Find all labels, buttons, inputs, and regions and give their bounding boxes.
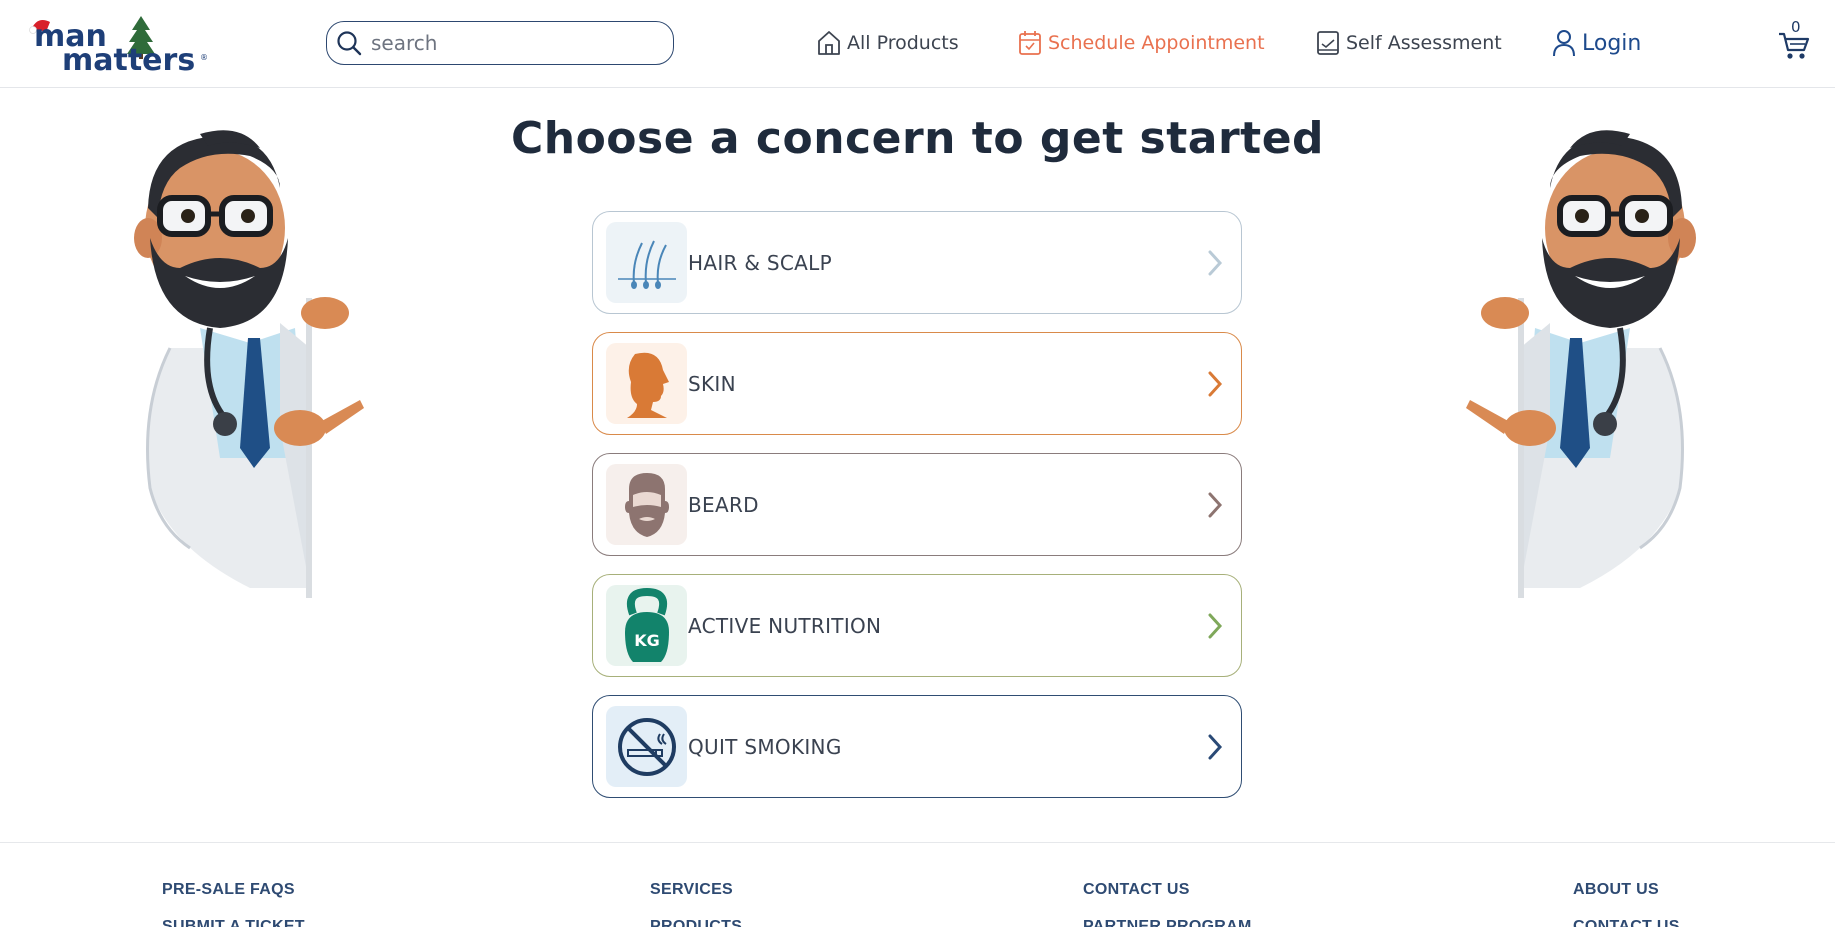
doctor-mascot-icon — [1466, 130, 1696, 598]
nav-login[interactable]: Login — [1552, 24, 1641, 62]
footer-link-pre-sale-faqs[interactable]: PRE-SALE FAQS — [162, 881, 295, 899]
site-footer: PRE-SALE FAQS SUBMIT A TICKET SERVICES P… — [0, 842, 1835, 927]
concern-label: QUIT SMOKING — [688, 734, 842, 759]
footer-link-services[interactable]: SERVICES — [650, 881, 733, 899]
nav-self-assessment[interactable]: Self Assessment — [1316, 24, 1502, 62]
chevron-right-icon — [1208, 371, 1223, 397]
man-matters-logo-icon: man matters ® — [29, 16, 208, 74]
chevron-right-icon — [1208, 492, 1223, 518]
concern-label: HAIR & SCALP — [688, 250, 832, 275]
chevron-right-icon — [1208, 613, 1223, 639]
logo[interactable]: man matters ® — [28, 12, 210, 74]
chevron-right-icon — [1208, 250, 1223, 276]
concern-skin[interactable]: SKIN — [592, 332, 1242, 435]
cart-icon — [1779, 32, 1810, 59]
svg-text:®: ® — [200, 53, 208, 62]
nav-schedule-appointment-label: Schedule Appointment — [1048, 32, 1265, 54]
concern-label: BEARD — [688, 492, 759, 517]
face-profile-icon — [606, 343, 687, 424]
footer-link-contact-us-2[interactable]: CONTACT US — [1573, 918, 1680, 927]
footer-link-submit-ticket[interactable]: SUBMIT A TICKET — [162, 918, 305, 927]
concern-quit-smoking[interactable]: QUIT SMOKING — [592, 695, 1242, 798]
search-box[interactable] — [326, 21, 674, 65]
doctor-mascot-icon — [134, 130, 364, 598]
site-header: man matters ® All Products Schedule Appo… — [0, 0, 1835, 88]
search-input[interactable] — [371, 31, 661, 55]
nav-all-products-label: All Products — [847, 32, 959, 54]
nav-self-assessment-label: Self Assessment — [1346, 32, 1502, 54]
footer-link-about-us[interactable]: ABOUT US — [1573, 881, 1659, 899]
concern-label: ACTIVE NUTRITION — [688, 613, 882, 638]
nav-schedule-appointment[interactable]: Schedule Appointment — [1018, 24, 1265, 62]
search-icon — [335, 29, 363, 57]
nav-all-products[interactable]: All Products — [817, 24, 959, 62]
concern-label: SKIN — [688, 371, 736, 396]
svg-text:matters: matters — [62, 43, 195, 74]
doctor-illustration-right — [1460, 128, 1700, 598]
footer-link-products[interactable]: PRODUCTS — [650, 918, 742, 927]
concern-beard[interactable]: BEARD — [592, 453, 1242, 556]
home-icon — [818, 31, 840, 55]
calendar-icon — [1019, 31, 1041, 55]
concern-list: HAIR & SCALP SKIN BEARD KG ACTIVE NUTRIT… — [592, 211, 1242, 816]
doctor-illustration-left — [130, 128, 370, 598]
kettlebell-icon: KG — [606, 585, 687, 666]
assessment-icon — [1317, 31, 1339, 55]
footer-link-partner-program[interactable]: PARTNER PROGRAM — [1083, 918, 1252, 927]
chevron-right-icon — [1208, 734, 1223, 760]
user-icon — [1553, 30, 1575, 57]
beard-face-icon — [606, 464, 687, 545]
concern-hair-scalp[interactable]: HAIR & SCALP — [592, 211, 1242, 314]
footer-link-contact-us[interactable]: CONTACT US — [1083, 881, 1190, 899]
nav-login-label: Login — [1582, 30, 1642, 56]
hair-follicle-icon — [606, 222, 687, 303]
cart-button[interactable]: 0 — [1778, 18, 1810, 60]
no-smoking-icon — [606, 706, 687, 787]
concern-active-nutrition[interactable]: KG ACTIVE NUTRITION — [592, 574, 1242, 677]
svg-text:KG: KG — [634, 631, 660, 650]
